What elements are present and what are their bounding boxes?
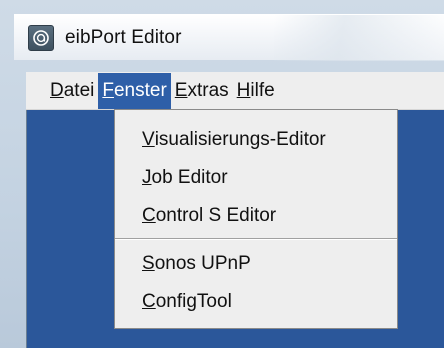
menu-hilfe[interactable]: Hilfe — [233, 73, 279, 109]
menu-item-visualisierungs-editor[interactable]: Visualisierungs-Editor — [115, 124, 397, 156]
window-title: eibPort Editor — [65, 26, 182, 48]
menu-item-job-editor[interactable]: Job Editor — [115, 162, 397, 194]
menu-datei[interactable]: Datei — [46, 73, 98, 109]
fenster-dropdown-menu: Visualisierungs-Editor Job Editor Contro… — [114, 109, 398, 329]
menu-bar: Datei Fenster Extras Hilfe — [26, 72, 444, 110]
menu-fenster[interactable]: Fenster — [98, 72, 171, 109]
menu-extras[interactable]: Extras — [171, 73, 233, 109]
title-bar-glare — [274, 15, 444, 61]
menu-separator — [115, 238, 397, 240]
app-frame: eibPort Editor Datei Fenster Extras Hilf… — [0, 0, 444, 348]
menu-item-control-s-editor[interactable]: Control S Editor — [115, 200, 397, 232]
menu-item-configtool[interactable]: ConfigTool — [115, 286, 397, 318]
title-bar[interactable]: eibPort Editor — [14, 14, 444, 61]
app-logo-icon — [28, 24, 54, 51]
menu-item-sonos-upnp[interactable]: Sonos UPnP — [115, 248, 397, 280]
